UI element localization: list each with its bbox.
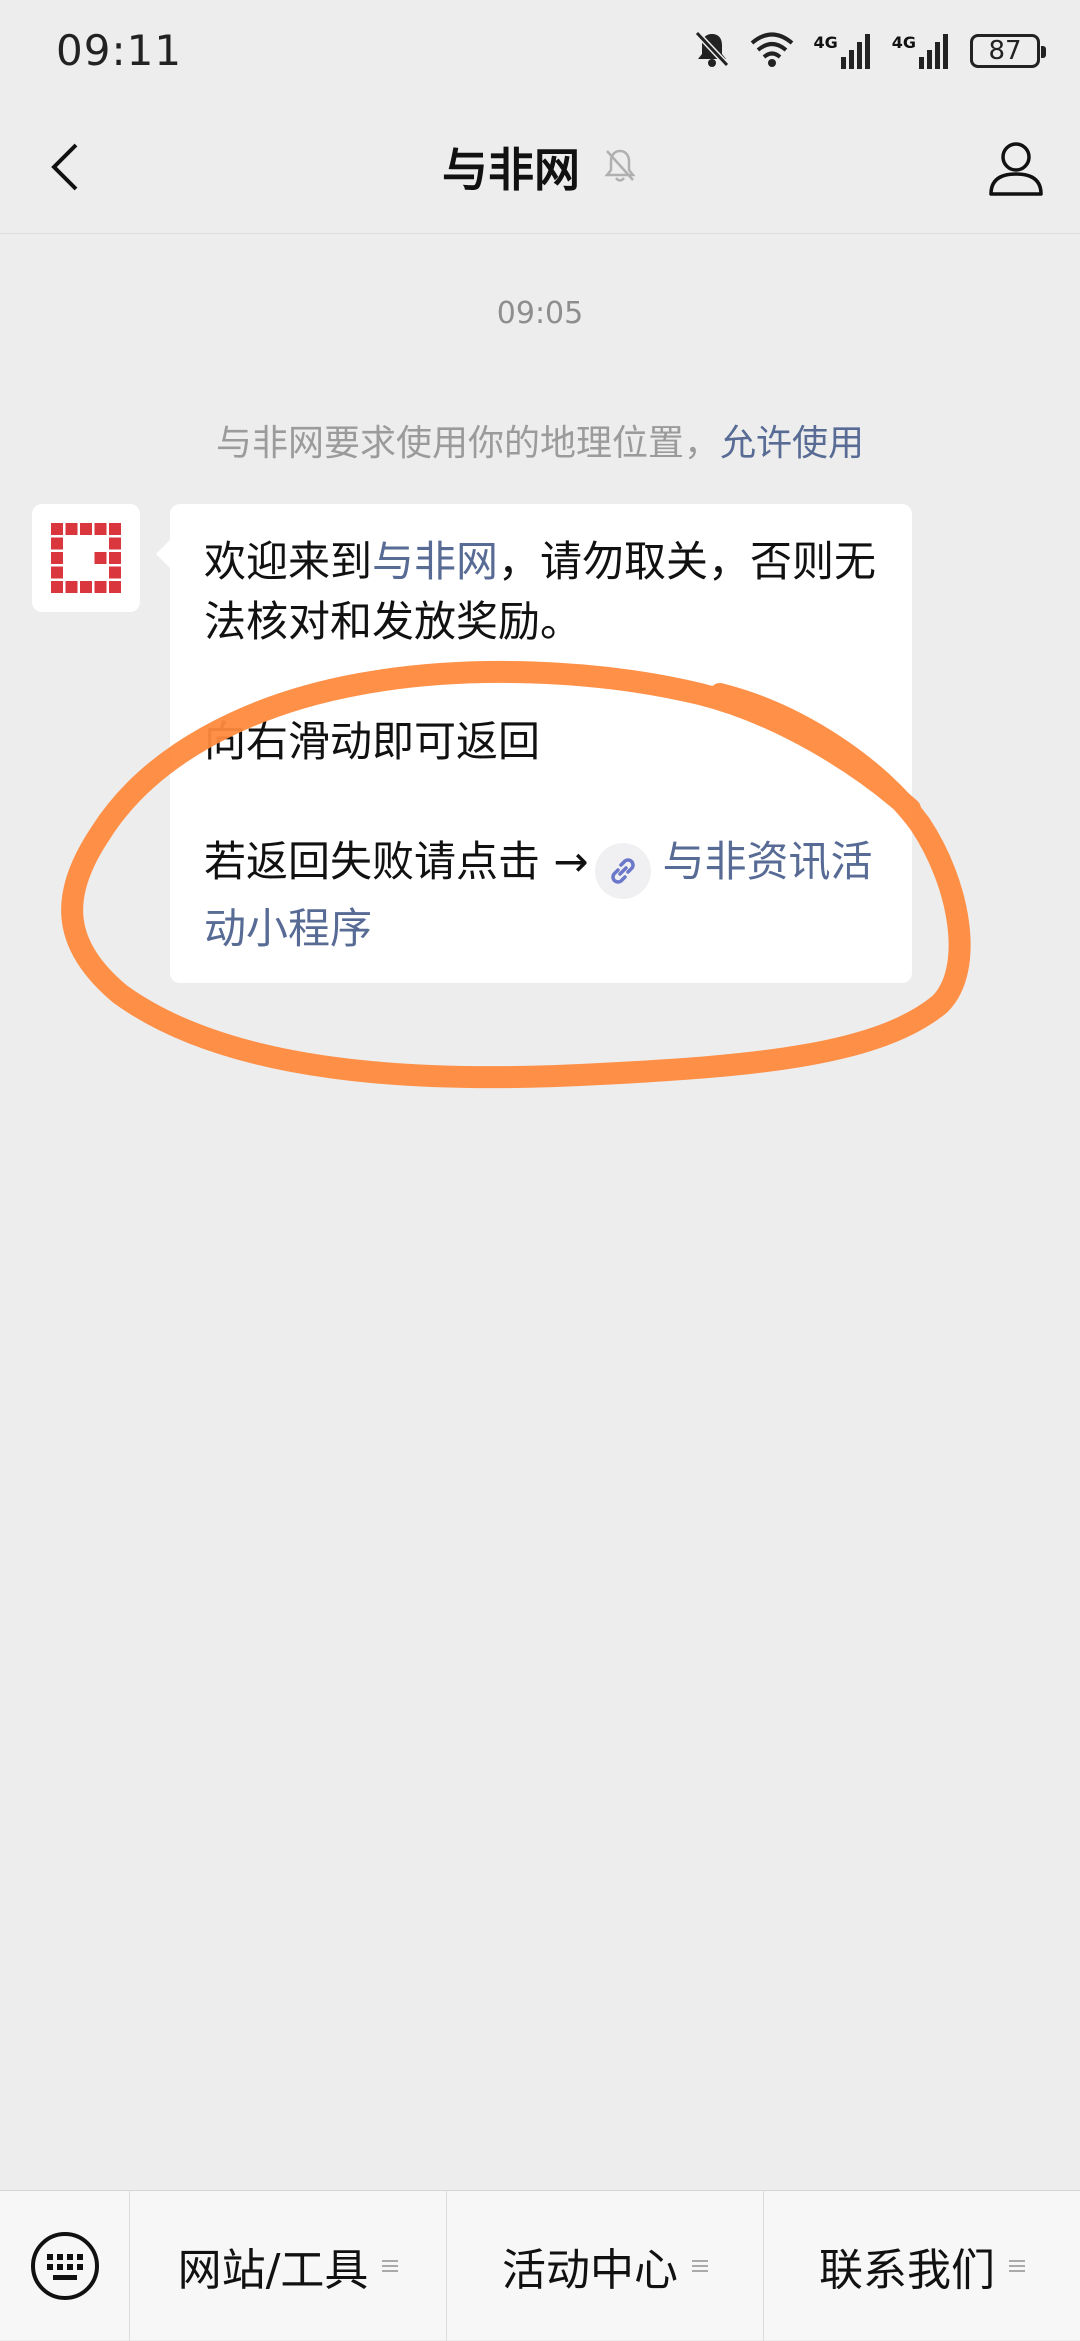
mute-notification-icon: [602, 146, 638, 188]
chat-area[interactable]: 09:05 与非网要求使用你的地理位置，允许使用 欢迎来到与非网，请勿取关，否则…: [0, 234, 1080, 2190]
message-timestamp: 09:05: [496, 296, 584, 331]
brand-link[interactable]: 与非网: [372, 537, 498, 586]
message-line-fallback: 若返回失败请点击 → 与非资讯活动小程序: [204, 837, 873, 953]
wifi-icon: [749, 30, 795, 72]
status-bar: 09:11 4G 4G 87: [0, 0, 1080, 100]
location-request-text: 与非网要求使用你的地理位置，: [215, 423, 720, 464]
menu-item-activity-center[interactable]: 活动中心: [447, 2190, 764, 2341]
allow-location-link[interactable]: 允许使用: [720, 423, 864, 464]
nav-bar: 与非网: [0, 100, 1080, 234]
mute-bell-icon: [693, 29, 731, 73]
signal-icon-1: 4G: [813, 33, 873, 69]
message-bubble[interactable]: 欢迎来到与非网，请勿取关，否则无法核对和发放奖励。 向右滑动即可返回 若返回失败…: [156, 504, 912, 983]
signal-icon-2: 4G: [892, 33, 952, 69]
keyboard-toggle-button[interactable]: [0, 2190, 130, 2341]
menu-lines-icon: [692, 2257, 708, 2275]
message-line-swipe: 向右滑动即可返回: [204, 717, 541, 766]
menu-lines-icon: [382, 2257, 399, 2275]
location-request-notice: 与非网要求使用你的地理位置，允许使用: [0, 414, 1080, 466]
profile-button[interactable]: [978, 130, 1054, 206]
mini-program-link-icon[interactable]: [594, 843, 651, 899]
brand-logo-icon: [51, 523, 121, 593]
keyboard-icon: [30, 2231, 99, 2300]
status-time: 09:11: [56, 26, 183, 75]
message-line-welcome: 欢迎来到与非网，请勿取关，否则无法核对和发放奖励。: [204, 537, 877, 646]
page-title: 与非网: [442, 143, 580, 197]
menu-item-website-tools[interactable]: 网站/工具: [130, 2190, 447, 2341]
status-icons: 4G 4G 87: [693, 26, 1046, 76]
battery-indicator: 87: [970, 34, 1046, 68]
bottom-menu: 网站/工具 活动中心 联系我们: [0, 2190, 1080, 2341]
menu-lines-icon: [1009, 2257, 1025, 2275]
avatar[interactable]: [32, 504, 140, 612]
menu-item-contact-us[interactable]: 联系我们: [764, 2191, 1080, 2341]
user-icon: [989, 142, 1043, 196]
nav-title-group: 与非网: [0, 134, 1080, 200]
